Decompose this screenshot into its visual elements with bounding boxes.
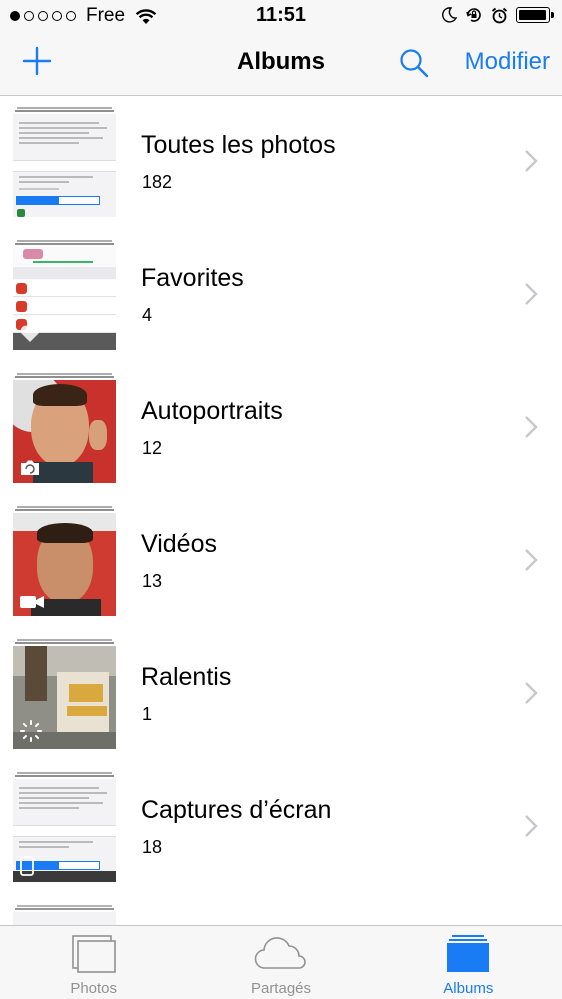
album-row-videos[interactable]: Vidéos 13: [0, 496, 562, 629]
stack-edge: [15, 376, 114, 378]
battery-icon: [516, 7, 554, 23]
screenshot-icon: [20, 856, 34, 876]
tab-photos[interactable]: Photos: [0, 926, 187, 999]
slow-motion-icon: [20, 720, 42, 742]
album-name: Vidéos: [141, 530, 217, 558]
album-row-slow-motion[interactable]: Ralentis 1: [0, 629, 562, 762]
album-count: 13: [142, 571, 163, 591]
chevron-right-icon: [525, 150, 538, 172]
search-icon[interactable]: [398, 47, 430, 79]
stack-edge: [15, 509, 114, 511]
heart-icon: [20, 325, 40, 342]
album-count: 18: [142, 837, 163, 857]
album-name: Autoportraits: [141, 397, 283, 425]
album-count: 182: [142, 172, 173, 192]
album-row-selfies[interactable]: Autoportraits 12: [0, 363, 562, 496]
stack-edge: [17, 772, 112, 774]
album-name: Ralentis: [141, 663, 232, 691]
navigation-bar: Albums Modifier: [0, 32, 562, 96]
tab-shared[interactable]: Partagés: [187, 926, 374, 999]
album-count: 12: [142, 438, 163, 458]
moon-icon: [442, 7, 457, 23]
album-thumbnail: [13, 107, 116, 217]
stack-edge: [15, 243, 114, 245]
stack-edge: [15, 642, 114, 644]
albums-icon: [447, 935, 490, 972]
status-bar: Free 11:51: [0, 0, 562, 32]
cloud-icon: [254, 937, 306, 969]
alarm-icon: [491, 7, 508, 23]
battery-level: [519, 10, 546, 20]
chevron-right-icon: [525, 815, 538, 837]
tab-albums[interactable]: Albums: [375, 926, 562, 999]
photos-stack-icon: [71, 935, 116, 973]
album-name: Favorites: [141, 264, 244, 292]
plus-icon[interactable]: [20, 44, 54, 78]
album-thumbnail: [13, 506, 116, 616]
album-row-screenshots[interactable]: Captures d’écran 18: [0, 762, 562, 895]
album-count: 4: [142, 305, 153, 325]
album-row-favorites[interactable]: Favorites 4: [0, 230, 562, 363]
album-thumbnail: [13, 373, 116, 483]
album-thumbnail: [13, 772, 116, 882]
tab-label: Partagés: [250, 980, 312, 997]
selfie-camera-icon: [21, 460, 39, 475]
stack-edge: [15, 775, 114, 777]
album-count: 1: [142, 704, 153, 724]
tab-bar: Photos Partagés Albums: [0, 925, 562, 999]
rotation-lock-icon: [466, 8, 481, 22]
stack-edge: [15, 110, 114, 112]
edit-button[interactable]: Modifier: [465, 48, 550, 76]
album-row-all-photos[interactable]: Toutes les photos 182: [0, 97, 562, 230]
stack-edge: [17, 506, 112, 508]
chevron-right-icon: [525, 549, 538, 571]
album-name: Captures d’écran: [141, 796, 332, 824]
chevron-right-icon: [525, 416, 538, 438]
video-camera-icon: [20, 596, 44, 608]
album-name: Toutes les photos: [141, 131, 336, 159]
stack-edge: [17, 240, 112, 242]
album-list: Toutes les photos 182 Favorites 4 Autopo…: [0, 97, 562, 932]
stack-edge: [17, 107, 112, 109]
album-thumbnail: [13, 240, 116, 350]
chevron-right-icon: [525, 682, 538, 704]
stack-edge: [17, 373, 112, 375]
chevron-right-icon: [525, 283, 538, 305]
tab-label: Albums: [443, 980, 494, 997]
stack-edge: [17, 639, 112, 641]
tab-label: Photos: [70, 980, 118, 997]
thumbnail-screenshot: [13, 114, 116, 217]
album-thumbnail: [13, 639, 116, 749]
